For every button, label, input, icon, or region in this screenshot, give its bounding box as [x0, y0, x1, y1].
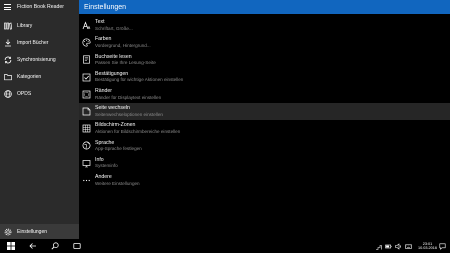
sidebar-item-opds[interactable]: OPDS: [0, 85, 79, 102]
search-icon: [51, 242, 59, 250]
page-turn-icon: [82, 107, 91, 116]
sidebar-item-categories[interactable]: Kategorien: [0, 68, 79, 85]
sidebar-item-sync[interactable]: Synchronisierung: [0, 51, 79, 68]
setting-screen-zones[interactable]: Bildschirm-Zonen Aktionen für Bildschirm…: [79, 120, 450, 137]
setting-subtitle: Ränder für Displaytext einstellen: [95, 94, 162, 100]
search-button[interactable]: [44, 239, 66, 253]
sidebar-item-label: Library: [17, 22, 33, 29]
task-view-icon: [73, 242, 81, 250]
setting-subtitle: Bestätigung für wichtige Aktionen einste…: [95, 77, 184, 83]
text-icon: [82, 21, 91, 30]
page-title: Einstellungen: [84, 3, 127, 11]
margins-icon: [82, 90, 91, 99]
settings-list: Text Schriftart, Größe... Farben Vorderg…: [79, 14, 450, 189]
keyboard-icon[interactable]: [404, 239, 414, 253]
sidebar-item-label: Kategorien: [17, 73, 42, 80]
setting-language[interactable]: Sprache App-Sprache festlegen: [79, 137, 450, 154]
sidebar-item-library[interactable]: Library: [0, 17, 79, 34]
setting-margins[interactable]: Ränder Ränder für Displaytext einstellen: [79, 86, 450, 103]
setting-subtitle: Seitenwechseloptionen einstellen: [95, 111, 163, 117]
clock[interactable]: 23:01 10.03.2016: [418, 242, 437, 250]
setting-subtitle: Vordergrund, Hintergrund...: [95, 43, 151, 49]
globe-icon: [4, 89, 12, 98]
setting-subtitle: App-Sprache festlegen: [95, 146, 142, 152]
clock-date: 10.03.2016: [417, 246, 437, 250]
setting-subtitle: Passen Sie Ihre Lesung-Seite: [95, 60, 156, 66]
more-icon: [82, 176, 91, 185]
task-view-button[interactable]: [66, 239, 88, 253]
setting-book-page[interactable]: Buchseite lesen Passen Sie Ihre Lesung-S…: [79, 51, 450, 68]
sidebar-item-label: Import Bücher: [17, 39, 49, 46]
app-header: Fiction Book Reader: [0, 0, 79, 14]
setting-other[interactable]: Andere Weitere Einstellungen: [79, 172, 450, 189]
setting-colors[interactable]: Farben Vordergrund, Hintergrund...: [79, 34, 450, 51]
sync-icon: [4, 56, 12, 64]
sidebar-item-label: Synchronisierung: [17, 56, 56, 63]
sidebar-item-import[interactable]: Import Bücher: [0, 34, 79, 51]
setting-text[interactable]: Text Schriftart, Größe...: [79, 17, 450, 34]
folder-icon: [4, 73, 12, 81]
volume-icon[interactable]: [394, 239, 404, 253]
download-icon: [4, 39, 12, 47]
taskbar: 23:01 10.03.2016: [0, 239, 450, 253]
sidebar-item-settings[interactable]: Einstellungen: [0, 224, 79, 239]
back-button[interactable]: [22, 239, 44, 253]
sidebar-item-label: OPDS: [17, 90, 32, 97]
sidebar-item-label: Einstellungen: [17, 228, 48, 235]
setting-page-turn[interactable]: Seite wechseln Seitenwechseloptionen ein…: [79, 102, 450, 121]
action-center-icon[interactable]: [437, 239, 447, 253]
sidebar: Fiction Book Reader Library Import Büche…: [0, 0, 79, 239]
battery-icon[interactable]: [384, 239, 394, 253]
wifi-icon[interactable]: [374, 239, 384, 253]
gear-icon: [4, 228, 12, 236]
sidebar-nav: Library Import Bücher Synchronisierung K…: [0, 17, 79, 102]
palette-icon: [82, 38, 91, 47]
setting-subtitle: Aktionen für Bildschirmbereiche einstell…: [95, 129, 181, 135]
language-icon: [82, 141, 91, 150]
checkbox-icon: [82, 73, 91, 82]
page-header: Einstellungen: [79, 0, 450, 14]
app-title: Fiction Book Reader: [17, 4, 64, 10]
setting-confirmations[interactable]: Bestätigungen Bestätigung für wichtige A…: [79, 69, 450, 86]
grid-icon: [82, 124, 91, 133]
windows-logo-icon: [7, 242, 15, 250]
hamburger-menu-icon[interactable]: [4, 4, 11, 10]
back-arrow-icon: [29, 242, 37, 250]
setting-subtitle: Systeminfo: [95, 163, 118, 169]
library-icon: [4, 22, 12, 30]
book-page-icon: [82, 55, 91, 65]
main-panel: Einstellungen Text Schriftart, Größe... …: [79, 0, 450, 239]
setting-subtitle: Weitere Einstellungen: [95, 180, 140, 186]
info-icon: [82, 159, 91, 168]
setting-info[interactable]: Info Systeminfo: [79, 155, 450, 172]
setting-subtitle: Schriftart, Größe...: [95, 25, 133, 31]
system-tray: 23:01 10.03.2016: [374, 239, 447, 253]
start-button[interactable]: [0, 239, 22, 253]
